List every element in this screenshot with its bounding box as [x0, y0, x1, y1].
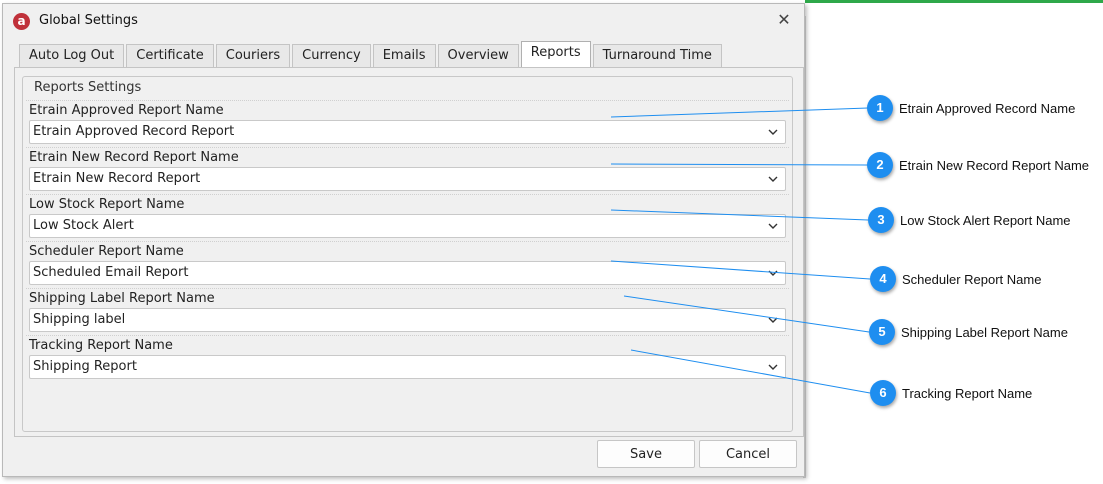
callout-text-4: Scheduler Report Name	[902, 272, 1042, 287]
chevron-down-icon	[768, 223, 778, 229]
global-settings-dialog: a Global Settings ✕ Auto Log Out Certifi…	[2, 3, 805, 477]
callout-badge-2: 2	[867, 152, 893, 178]
tab-certificate[interactable]: Certificate	[126, 44, 214, 68]
low-stock-report-select[interactable]: Low Stock Alert	[29, 214, 786, 238]
select-value: Etrain New Record Report	[33, 171, 201, 186]
title-bar: a Global Settings ✕	[3, 4, 804, 36]
tab-overview[interactable]: Overview	[437, 44, 519, 68]
field-etrain-new: Etrain New Record Report Name Etrain New…	[26, 147, 789, 195]
chevron-down-icon	[768, 129, 778, 135]
select-value: Scheduled Email Report	[33, 265, 189, 280]
window-title: Global Settings	[39, 13, 138, 28]
chevron-down-icon	[768, 270, 778, 276]
callout-badge-4: 4	[870, 266, 896, 292]
reports-tab-page: Reports Settings Etrain Approved Report …	[14, 67, 804, 437]
settings-tabs: Auto Log Out Certificate Couriers Curren…	[19, 41, 724, 68]
callout-text-2: Etrain New Record Report Name	[899, 158, 1090, 173]
tab-turnaround-time[interactable]: Turnaround Time	[592, 44, 722, 68]
cancel-button[interactable]: Cancel	[699, 440, 797, 468]
tab-emails[interactable]: Emails	[372, 44, 436, 68]
chevron-down-icon	[768, 317, 778, 323]
callout-badge-3: 3	[868, 207, 894, 233]
field-low-stock: Low Stock Report Name Low Stock Alert	[26, 194, 789, 242]
field-shipping-label: Shipping Label Report Name Shipping labe…	[26, 288, 789, 336]
app-logo-icon: a	[13, 13, 30, 30]
select-value: Low Stock Alert	[33, 218, 134, 233]
callout-badge-5: 5	[869, 319, 895, 345]
callout-badge-6: 6	[870, 380, 896, 406]
tab-currency[interactable]: Currency	[292, 44, 371, 68]
tab-auto-log-out[interactable]: Auto Log Out	[19, 44, 125, 68]
shipping-label-report-select[interactable]: Shipping label	[29, 308, 786, 332]
save-button[interactable]: Save	[597, 440, 695, 468]
tab-couriers[interactable]: Couriers	[215, 44, 291, 68]
background-accent-bar	[805, 0, 1103, 3]
tab-reports[interactable]: Reports	[520, 41, 591, 68]
tracking-report-select[interactable]: Shipping Report	[29, 355, 786, 379]
callout-text-1: Etrain Approved Record Name	[899, 101, 1076, 116]
group-title: Reports Settings	[34, 80, 142, 95]
field-etrain-approved: Etrain Approved Report Name Etrain Appro…	[26, 100, 789, 148]
field-label: Scheduler Report Name	[29, 244, 184, 259]
select-value: Etrain Approved Record Report	[33, 124, 235, 139]
select-value: Shipping Report	[33, 359, 137, 374]
field-tracking: Tracking Report Name Shipping Report	[26, 335, 789, 383]
field-label: Low Stock Report Name	[29, 197, 185, 212]
field-label: Etrain New Record Report Name	[29, 150, 239, 165]
select-value: Shipping label	[33, 312, 126, 327]
field-label: Shipping Label Report Name	[29, 291, 215, 306]
callout-text-5: Shipping Label Report Name	[901, 325, 1068, 340]
field-label: Tracking Report Name	[29, 338, 173, 353]
fields-list: Etrain Approved Report Name Etrain Appro…	[26, 100, 789, 390]
callout-text-6: Tracking Report Name	[902, 386, 1033, 401]
callout-text-3: Low Stock Alert Report Name	[900, 213, 1071, 228]
etrain-new-record-report-select[interactable]: Etrain New Record Report	[29, 167, 786, 191]
reports-settings-group: Reports Settings Etrain Approved Report …	[22, 76, 793, 432]
scheduler-report-select[interactable]: Scheduled Email Report	[29, 261, 786, 285]
chevron-down-icon	[768, 364, 778, 370]
field-scheduler: Scheduler Report Name Scheduled Email Re…	[26, 241, 789, 289]
close-icon[interactable]: ✕	[773, 9, 795, 31]
chevron-down-icon	[768, 176, 778, 182]
etrain-approved-report-select[interactable]: Etrain Approved Record Report	[29, 120, 786, 144]
callout-badge-1: 1	[867, 95, 893, 121]
field-label: Etrain Approved Report Name	[29, 103, 224, 118]
